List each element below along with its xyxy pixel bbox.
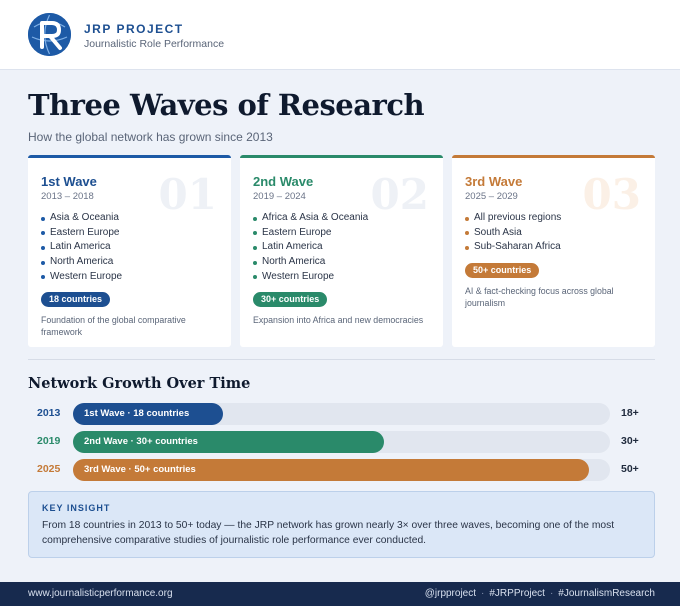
wave-name: 3rd Wave <box>465 174 523 189</box>
page-subtitle: How the global network has grown since 2… <box>28 130 273 144</box>
website-link[interactable]: www.journalisticperformance.org <box>28 588 173 599</box>
hashtag-link[interactable]: #JournalismResearch <box>558 588 655 599</box>
bar-total: 18+ <box>621 407 639 419</box>
key-insight-box: KEY INSIGHT From 18 countries in 2013 to… <box>28 491 655 558</box>
bar-label: 1st Wave · 18 countries <box>84 408 190 419</box>
growth-bar-row: 2019 2nd Wave · 30+ countries 30+ <box>0 431 680 453</box>
region-item: All previous regions <box>465 211 561 226</box>
wave-name: 2nd Wave <box>253 174 314 189</box>
bar-year: 2019 <box>37 435 61 447</box>
bullet-dot-icon <box>465 231 469 236</box>
bullet-dot-icon <box>253 260 257 265</box>
wave-number: 01 <box>158 170 217 219</box>
globe-logo-icon <box>28 13 71 56</box>
footer: www.journalisticperformance.org @jrpproj… <box>0 582 680 606</box>
region-item: Africa & Asia & Oceania <box>253 211 368 226</box>
region-item: North America <box>41 255 122 270</box>
bullet-dot-icon <box>41 260 45 265</box>
bar-fill: 3rd Wave · 50+ countries <box>73 459 589 481</box>
wave-number: 03 <box>582 170 641 219</box>
bullet-dot-icon <box>253 216 257 221</box>
bar-year: 2013 <box>37 407 61 419</box>
wave-card-1: 01 1st Wave 2013 – 2018 Asia & Oceania E… <box>28 155 231 347</box>
bar-label: 3rd Wave · 50+ countries <box>84 464 196 475</box>
bar-label: 2nd Wave · 30+ countries <box>84 436 198 447</box>
wave-description: Foundation of the global comparative fra… <box>41 315 186 337</box>
wave-number: 02 <box>370 170 429 219</box>
bullet-dot-icon <box>41 245 45 250</box>
bullet-dot-icon <box>465 245 469 250</box>
wave-years: 2019 – 2024 <box>253 191 306 202</box>
region-item: Eastern Europe <box>253 226 368 241</box>
wave-years: 2013 – 2018 <box>41 191 94 202</box>
bullet-dot-icon <box>465 216 469 221</box>
bar-track: 2nd Wave · 30+ countries <box>73 431 610 453</box>
separator-dot: · <box>481 588 485 599</box>
page-title: Three Waves of Research <box>28 88 425 122</box>
region-item: North America <box>253 255 368 270</box>
bullet-dot-icon <box>41 275 45 280</box>
social-handle-link[interactable]: @jrpproject <box>425 588 476 599</box>
brand-name: JRP PROJECT <box>84 22 184 36</box>
wave-card-2: 02 2nd Wave 2019 – 2024 Africa & Asia & … <box>240 155 443 347</box>
wave-years: 2025 – 2029 <box>465 191 518 202</box>
bar-track: 1st Wave · 18 countries <box>73 403 610 425</box>
region-item: Eastern Europe <box>41 226 122 241</box>
wave-name: 1st Wave <box>41 174 97 189</box>
bar-fill: 1st Wave · 18 countries <box>73 403 224 425</box>
wave-description: Expansion into Africa and new democracie… <box>253 315 424 325</box>
region-item: Sub-Saharan Africa <box>465 240 561 255</box>
bar-total: 50+ <box>621 463 639 475</box>
region-item: Western Europe <box>41 270 122 285</box>
region-item: Latin America <box>41 240 122 255</box>
bar-year: 2025 <box>37 463 61 475</box>
country-count-badge: 30+ countries <box>253 292 328 307</box>
bar-fill: 2nd Wave · 30+ countries <box>73 431 385 453</box>
growth-section-title: Network Growth Over Time <box>28 375 251 392</box>
section-divider <box>28 359 655 360</box>
country-count-badge: 50+ countries <box>465 263 540 278</box>
bar-total: 30+ <box>621 435 639 447</box>
region-item: Western Europe <box>253 270 368 285</box>
bullet-dot-icon <box>253 231 257 236</box>
social-tags: @jrpproject · #JRPProject · #JournalismResea… <box>425 588 655 599</box>
insight-body: From 18 countries in 2013 to 50+ today —… <box>42 520 615 546</box>
brand-subtitle: Journalistic Role Performance <box>84 38 225 50</box>
header: JRP PROJECT Journalistic Role Performanc… <box>0 0 680 70</box>
country-count-badge: 18 countries <box>41 292 111 307</box>
growth-bar-row: 2013 1st Wave · 18 countries 18+ <box>0 403 680 425</box>
bullet-dot-icon <box>253 245 257 250</box>
bullet-dot-icon <box>41 231 45 236</box>
wave-description: AI & fact-checking focus across global j… <box>465 286 614 308</box>
bar-track: 3rd Wave · 50+ countries <box>73 459 610 481</box>
bullet-dot-icon <box>253 275 257 280</box>
region-item: Latin America <box>253 240 368 255</box>
insight-heading: KEY INSIGHT <box>42 503 111 513</box>
separator-dot: · <box>549 588 554 599</box>
wave-card-3: 03 3rd Wave 2025 – 2029 All previous reg… <box>452 155 655 347</box>
jrp-logo[interactable] <box>28 13 71 56</box>
region-item: South Asia <box>465 226 561 241</box>
region-item: Asia & Oceania <box>41 211 122 226</box>
hashtag-link[interactable]: #JRPProject <box>489 588 545 599</box>
bullet-dot-icon <box>41 216 45 221</box>
region-list: Africa & Asia & Oceania Eastern Europe L… <box>253 211 368 284</box>
region-list: All previous regions South Asia Sub-Saha… <box>465 211 561 255</box>
growth-bar-row: 2025 3rd Wave · 50+ countries 50+ <box>0 459 680 481</box>
region-list: Asia & Oceania Eastern Europe Latin Amer… <box>41 211 122 284</box>
